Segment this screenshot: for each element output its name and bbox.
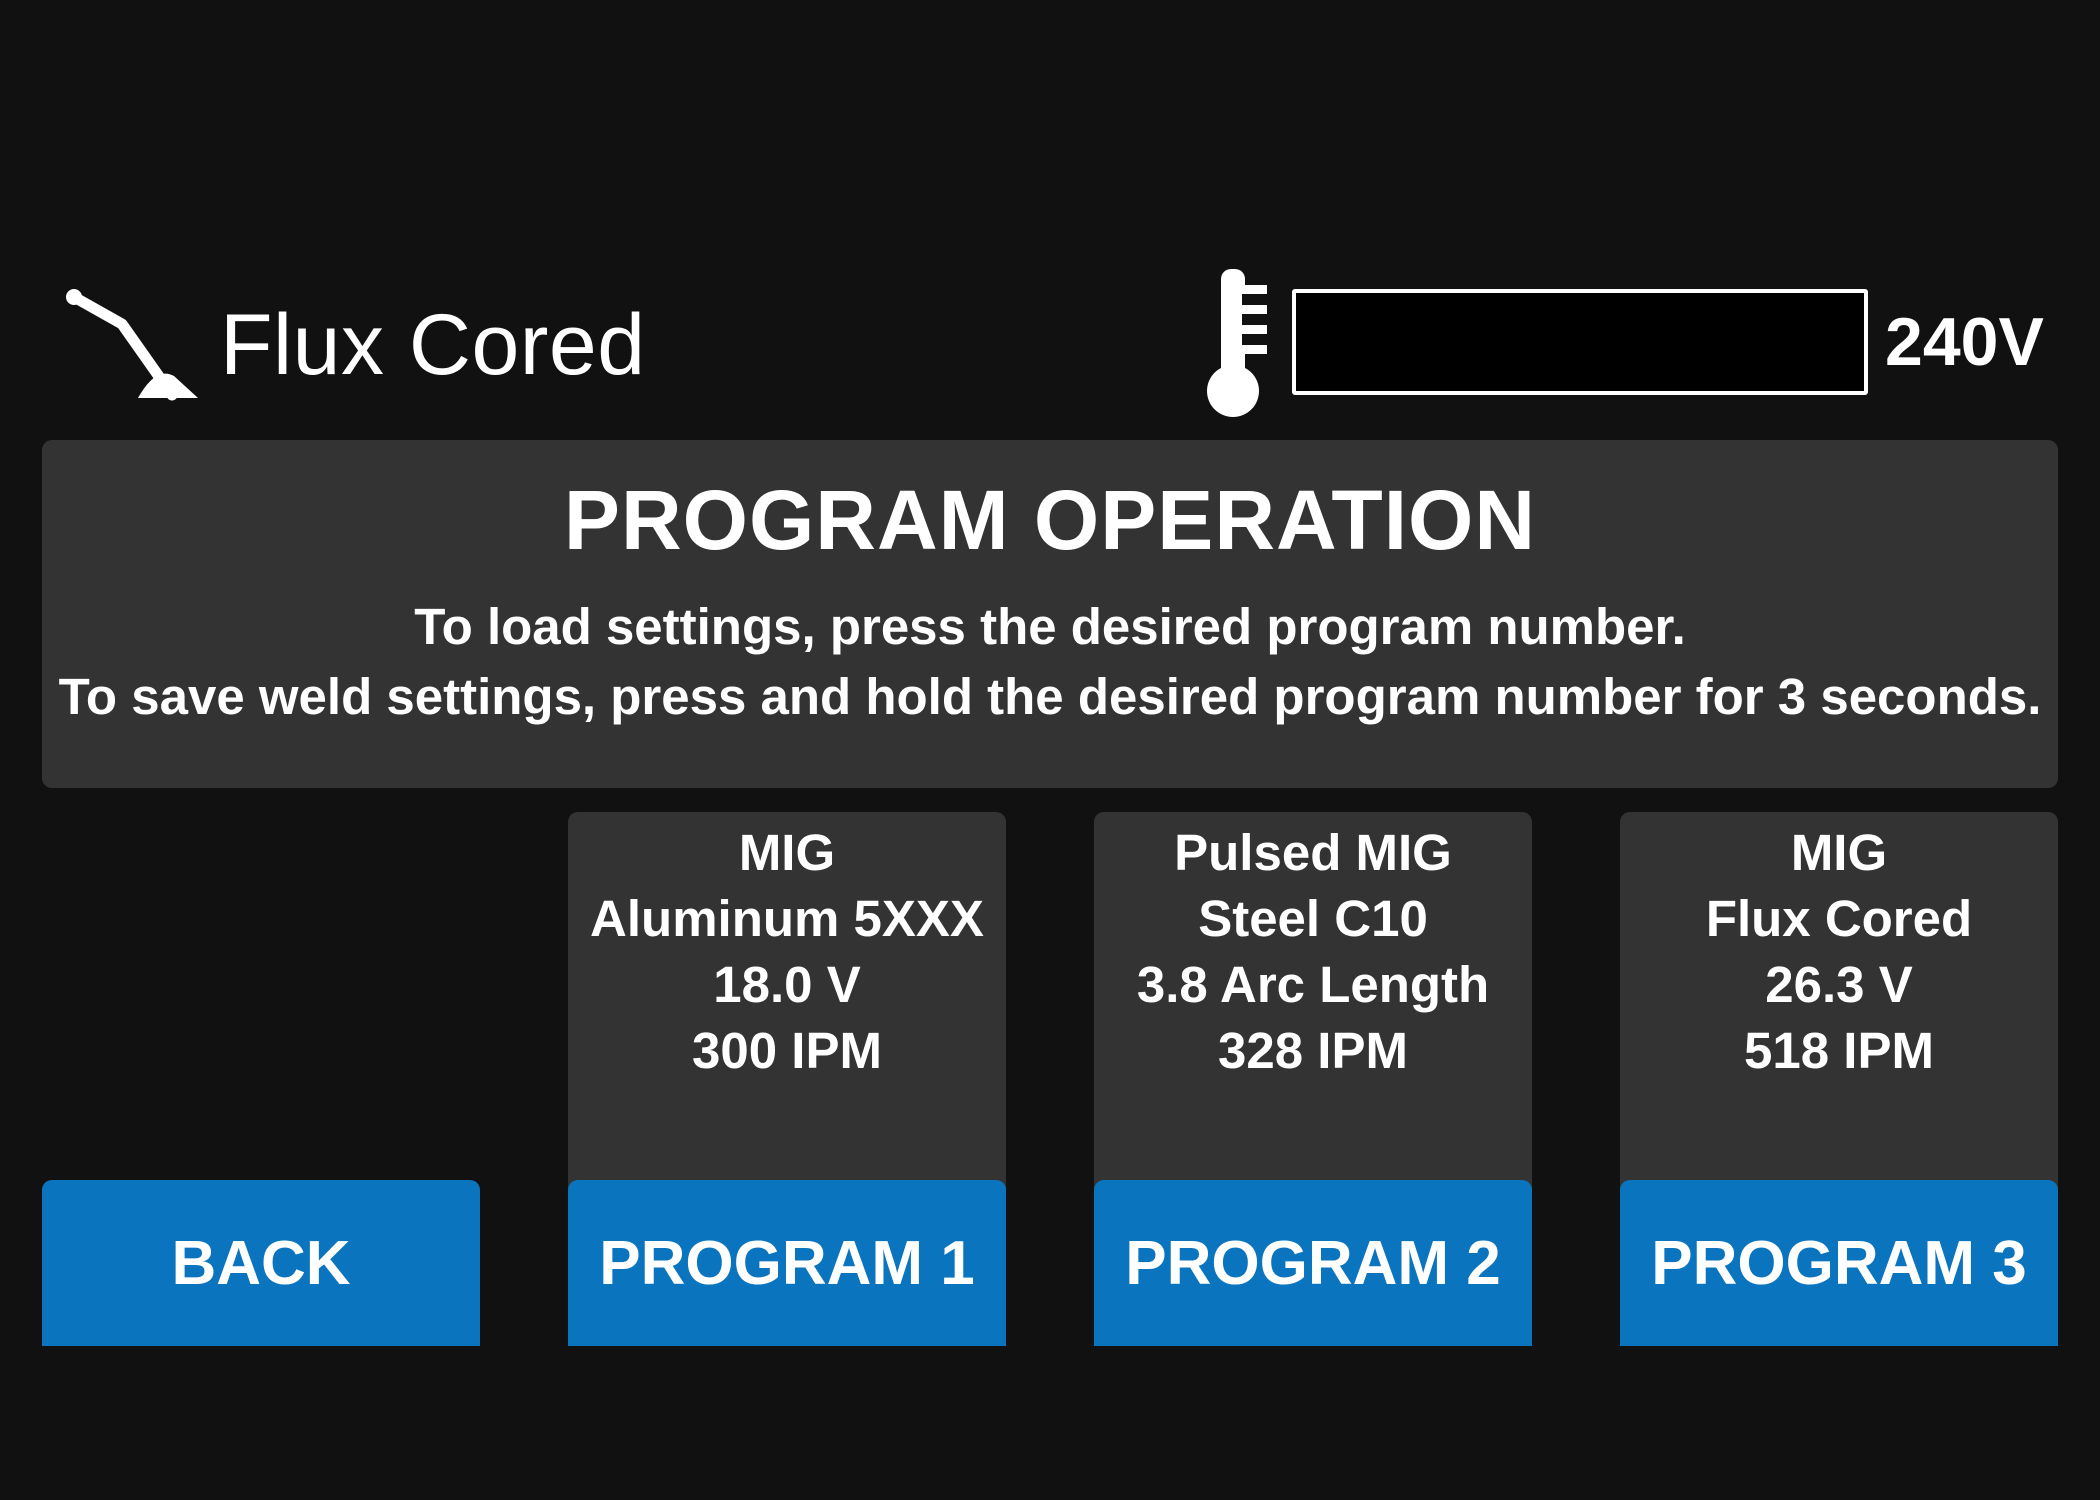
program-3-wire-speed: 518 IPM — [1744, 1022, 1934, 1079]
page-title: PROGRAM OPERATION — [563, 473, 1537, 567]
program-3-material: Flux Cored — [1705, 890, 1973, 947]
instruction-panel: PROGRAM OPERATION To load settings, pres… — [42, 440, 2058, 788]
program-3-button[interactable]: PROGRAM 3 — [1620, 1180, 2058, 1346]
thermal-level-bar — [1292, 289, 1868, 395]
thermometer-icon — [1207, 269, 1267, 417]
welding-torch-icon — [66, 289, 198, 401]
program-1-details: MIG Aluminum 5XXX 18.0 V 300 IPM — [568, 812, 1006, 1084]
program-1-button[interactable]: PROGRAM 1 — [568, 1180, 1006, 1346]
program-1-material: Aluminum 5XXX — [590, 890, 984, 947]
program-2-wire-speed: 328 IPM — [1218, 1022, 1408, 1079]
program-2-process: Pulsed MIG — [1174, 824, 1452, 881]
process-mode-indicator: Flux Cored — [60, 280, 646, 410]
instruction-save-text: To save weld settings, press and hold th… — [58, 668, 2042, 725]
program-2-material: Steel C10 — [1198, 890, 1428, 947]
program-2-button[interactable]: PROGRAM 2 — [1094, 1180, 1532, 1346]
program-1-process: MIG — [738, 824, 836, 881]
program-1-setting: 18.0 V — [713, 956, 861, 1013]
instruction-load-text: To load settings, press the desired prog… — [414, 598, 1686, 655]
program-2-setting: 3.8 Arc Length — [1136, 956, 1490, 1013]
program-3-setting: 26.3 V — [1765, 956, 1913, 1013]
program-operation-screen: Flux Cored 240V PROGRAM OPERATION To loa… — [0, 0, 2100, 1500]
program-3-details: MIG Flux Cored 26.3 V 518 IPM — [1620, 812, 2058, 1084]
program-1-wire-speed: 300 IPM — [692, 1022, 882, 1079]
program-2-details: Pulsed MIG Steel C10 3.8 Arc Length 328 … — [1094, 812, 1532, 1084]
program-3-process: MIG — [1790, 824, 1888, 881]
input-voltage-label: 240V — [1885, 304, 2044, 380]
back-button[interactable]: BACK — [42, 1180, 480, 1346]
process-mode-label: Flux Cored — [220, 296, 646, 393]
